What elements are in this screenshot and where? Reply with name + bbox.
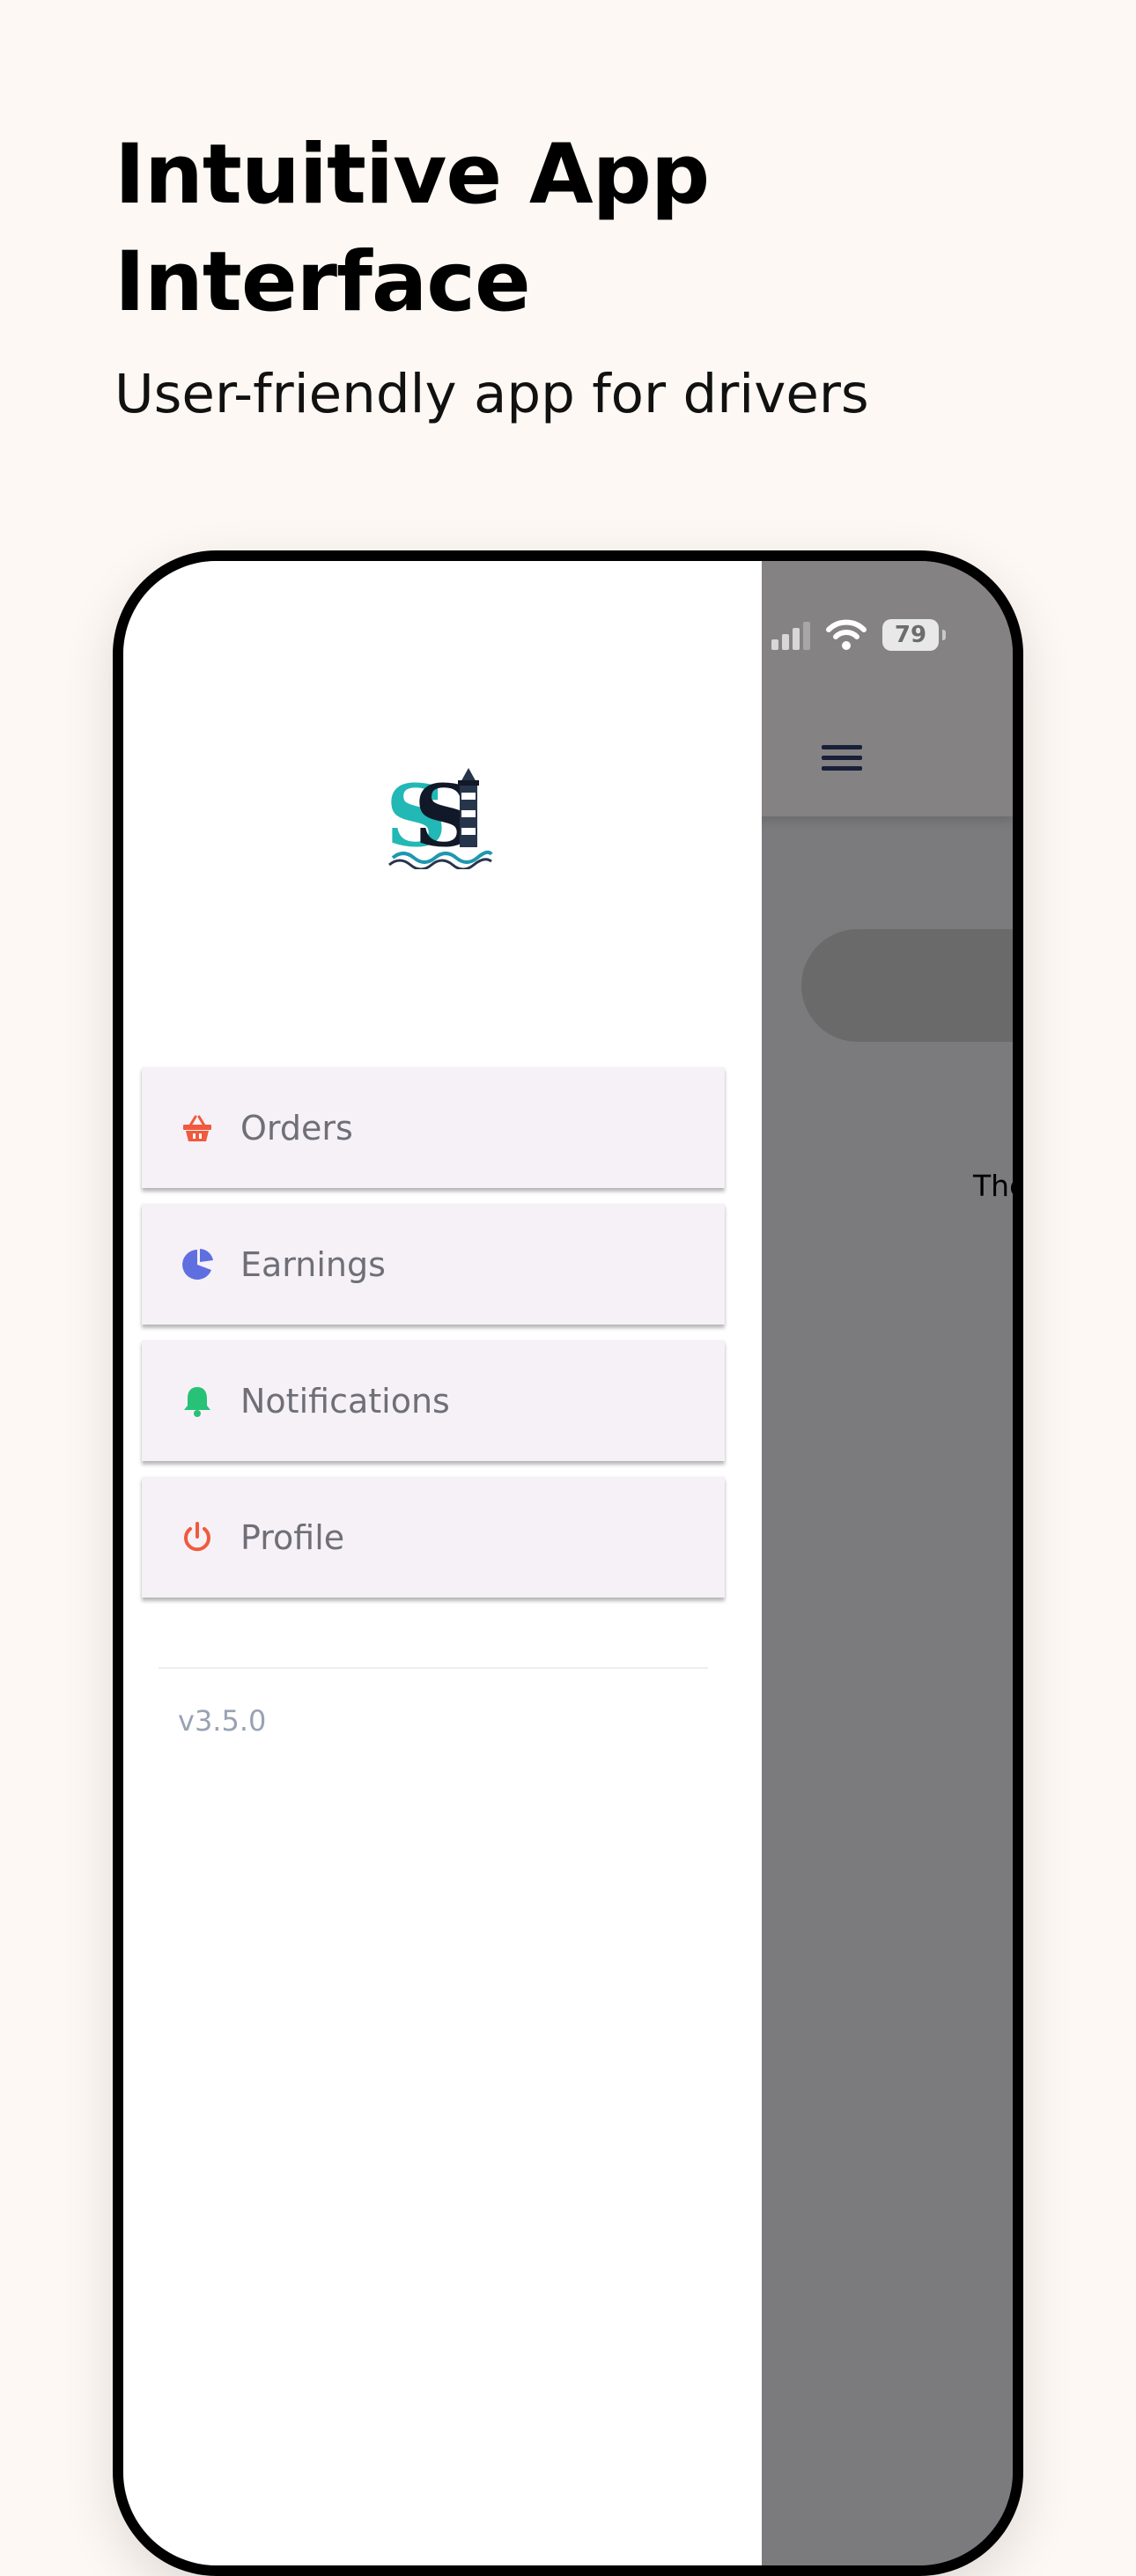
wifi-icon — [826, 619, 867, 650]
hamburger-menu-button[interactable] — [807, 723, 877, 793]
brand-logo: S S — [387, 766, 493, 869]
drawer-divider — [159, 1667, 708, 1669]
drawer-item-orders[interactable]: Orders — [142, 1067, 725, 1188]
phone-frame: 79 The S S Orders Earnings Notifications… — [113, 550, 1023, 2576]
navigation-drawer: S S Orders Earnings Notifications Profil… — [123, 561, 762, 2565]
cellular-signal-icon — [771, 620, 810, 650]
drawer-item-label: Orders — [240, 1108, 353, 1148]
marketing-headline: Intuitive App Interface — [114, 127, 710, 330]
basket-icon — [181, 1111, 214, 1145]
marketing-subheadline: User-friendly app for drivers — [114, 363, 869, 425]
pie-chart-icon — [181, 1248, 214, 1281]
battery-level: 79 — [894, 622, 927, 648]
drawer-menu-list: Orders Earnings Notifications Profile — [142, 1067, 725, 1613]
drawer-item-earnings[interactable]: Earnings — [142, 1204, 725, 1325]
dimmed-content-text: The — [973, 1169, 1023, 1203]
status-bar: 79 — [771, 619, 946, 651]
dimmed-search-bar — [801, 929, 1013, 1042]
hamburger-menu-icon — [822, 745, 862, 771]
drawer-item-notifications[interactable]: Notifications — [142, 1340, 725, 1461]
bell-icon — [181, 1384, 214, 1418]
app-version: v3.5.0 — [178, 1704, 267, 1738]
drawer-item-label: Notifications — [240, 1381, 450, 1421]
battery-icon: 79 — [882, 619, 946, 651]
drawer-item-profile[interactable]: Profile — [142, 1477, 725, 1598]
drawer-item-label: Profile — [240, 1517, 345, 1557]
drawer-item-label: Earnings — [240, 1244, 386, 1284]
power-icon — [181, 1521, 214, 1554]
